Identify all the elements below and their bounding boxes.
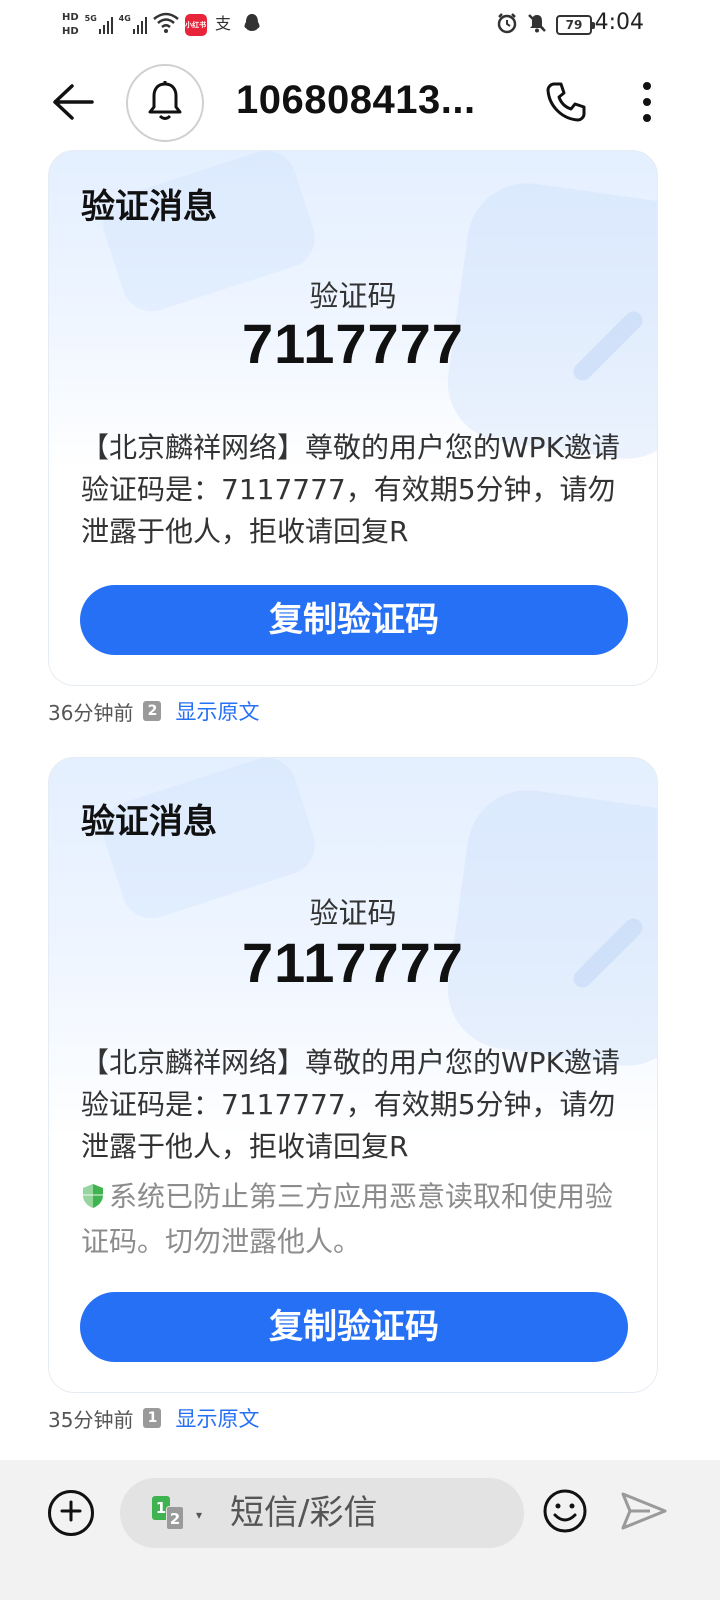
wifi-icon (152, 12, 179, 38)
bell-icon (145, 79, 185, 127)
phone-icon (544, 80, 588, 128)
status-bar: HD HD 5G 4G 小红书 支 79 4:04 (0, 0, 720, 50)
status-time: 4:04 (594, 10, 644, 35)
message-body[interactable]: 【北京麟祥网络】尊敬的用户您的WPK邀请验证码是：7117777，有效期5分钟，… (81, 1042, 637, 1168)
alarm-icon (496, 12, 518, 38)
xiaohongshu-icon: 小红书 (184, 14, 207, 36)
verification-code[interactable]: 7117777 (49, 311, 657, 376)
message-time: 35分钟前 (48, 1407, 134, 1432)
verification-code[interactable]: 7117777 (49, 930, 657, 995)
mute-icon (526, 12, 548, 38)
emoji-button[interactable] (542, 1488, 588, 1538)
message-input[interactable] (230, 1490, 500, 1536)
code-label: 验证码 (309, 896, 397, 930)
battery-icon: 79 (556, 15, 595, 35)
hd-indicator-1: HD (62, 12, 79, 23)
verification-message-card: 验证消息 验证码 7117777 【北京麟祥网络】尊敬的用户您的WPK邀请验证码… (48, 150, 658, 686)
message-meta: 36分钟前 2 显示原文 (48, 696, 259, 726)
sim-card-icon: 1 (143, 1408, 162, 1428)
contact-number: 106808413... (236, 78, 476, 122)
svg-text:支: 支 (215, 14, 231, 33)
sim-card-icon: 2 (143, 701, 162, 721)
copy-code-button[interactable]: 复制验证码 (80, 1292, 628, 1362)
status-right: 79 (496, 12, 595, 38)
send-icon (620, 1491, 668, 1535)
sim-2-icon: 2 (166, 1506, 184, 1530)
hd-indicators: HD HD (62, 12, 79, 38)
status-left: HD HD 5G 4G 小红书 支 (62, 6, 263, 44)
code-label: 验证码 (309, 279, 397, 313)
card-title: 验证消息 (81, 802, 217, 842)
conversation-header: 106808413... (0, 58, 720, 150)
qq-icon (241, 12, 263, 38)
message-meta: 35分钟前 1 显示原文 (48, 1403, 259, 1433)
back-button[interactable] (44, 76, 100, 132)
show-original-link[interactable]: 显示原文 (175, 1403, 259, 1433)
contact-avatar[interactable] (126, 64, 204, 142)
card-title: 验证消息 (81, 187, 217, 227)
security-note: 系统已防止第三方应用恶意读取和使用验证码。切勿泄露他人。 (81, 1176, 637, 1263)
message-input-container: 1 2 ▾ (120, 1478, 524, 1548)
message-time: 36分钟前 (48, 700, 134, 725)
plus-icon (59, 1499, 83, 1527)
chevron-down-icon: ▾ (196, 1508, 203, 1522)
message-body[interactable]: 【北京麟祥网络】尊敬的用户您的WPK邀请验证码是：7117777，有效期5分钟，… (81, 427, 637, 553)
call-button[interactable] (538, 76, 594, 132)
more-vertical-icon (641, 80, 653, 128)
message-composer: 1 2 ▾ (0, 1460, 720, 1600)
hd-indicator-2: HD (62, 26, 79, 37)
signal-icon: 5G (85, 14, 113, 36)
send-button[interactable] (620, 1490, 668, 1536)
show-original-link[interactable]: 显示原文 (175, 696, 259, 726)
alipay-icon: 支 (213, 12, 235, 38)
sim-selector[interactable]: 1 2 ▾ (152, 1496, 212, 1532)
copy-code-button[interactable]: 复制验证码 (80, 585, 628, 655)
shield-icon (81, 1179, 105, 1221)
back-arrow-icon (50, 82, 94, 126)
verification-message-card: 验证消息 验证码 7117777 【北京麟祥网络】尊敬的用户您的WPK邀请验证码… (48, 757, 658, 1393)
security-note-text: 系统已防止第三方应用恶意读取和使用验证码。切勿泄露他人。 (81, 1180, 614, 1258)
emoji-icon (542, 1488, 588, 1538)
more-options-button[interactable] (624, 76, 670, 132)
add-attachment-button[interactable] (48, 1490, 94, 1536)
signal-icon-2: 4G (119, 14, 147, 36)
